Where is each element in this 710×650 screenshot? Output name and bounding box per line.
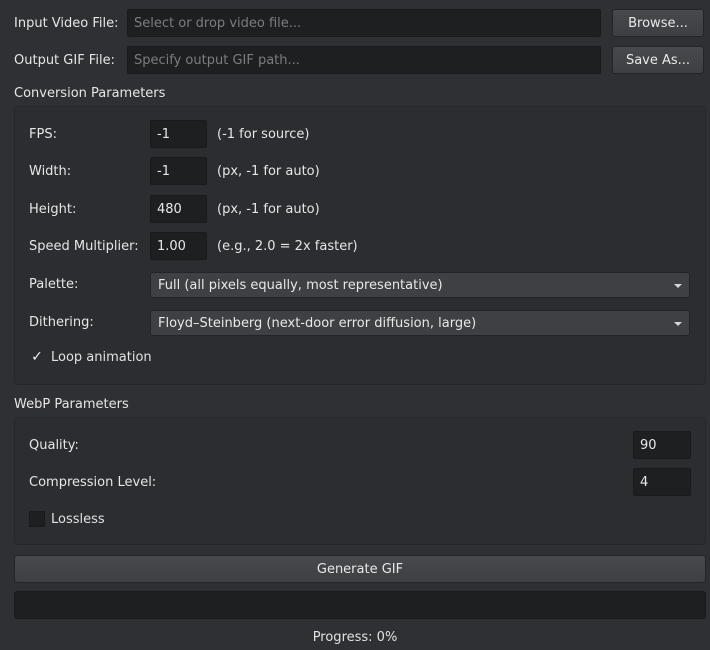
lossless-label: Lossless xyxy=(51,511,105,527)
fps-hint: (-1 for source) xyxy=(217,127,310,142)
input-video-field[interactable] xyxy=(127,9,601,37)
checkbox-empty-icon xyxy=(29,511,45,527)
loop-animation-label: Loop animation xyxy=(51,349,152,365)
webp-parameters-title: WebP Parameters xyxy=(14,397,129,412)
webp-parameters-group: Quality: Compression Level: Lossless xyxy=(14,417,706,545)
progress-text: Progress: 0% xyxy=(312,630,398,645)
compression-level-label: Compression Level: xyxy=(29,475,157,490)
conversion-parameters-title: Conversion Parameters xyxy=(14,86,166,101)
gif-converter-window: Input Video File: Browse... Output GIF F… xyxy=(0,0,710,650)
generate-gif-button[interactable]: Generate GIF xyxy=(14,555,706,583)
quality-input[interactable] xyxy=(633,431,691,459)
browse-button[interactable]: Browse... xyxy=(612,9,704,37)
width-input[interactable] xyxy=(150,157,207,185)
chevron-down-icon xyxy=(674,322,682,326)
dithering-label: Dithering: xyxy=(29,315,94,330)
speed-multiplier-hint: (e.g., 2.0 = 2x faster) xyxy=(217,239,358,254)
palette-dropdown[interactable]: Full (all pixels equally, most represent… xyxy=(150,272,690,298)
loop-animation-checkbox[interactable]: ✓ Loop animation xyxy=(29,349,152,365)
progress-bar xyxy=(14,591,706,619)
height-label: Height: xyxy=(29,202,77,217)
quality-label: Quality: xyxy=(29,438,79,453)
palette-label: Palette: xyxy=(29,277,79,292)
checkmark-icon: ✓ xyxy=(31,349,43,365)
output-gif-field[interactable] xyxy=(127,46,601,74)
palette-selected: Full (all pixels equally, most represent… xyxy=(158,277,443,293)
input-video-label: Input Video File: xyxy=(14,15,119,31)
width-label: Width: xyxy=(29,164,72,179)
output-gif-label: Output GIF File: xyxy=(14,52,115,68)
width-hint: (px, -1 for auto) xyxy=(217,164,320,179)
conversion-parameters-group: FPS: (-1 for source) Width: (px, -1 for … xyxy=(14,106,706,385)
dithering-selected: Floyd–Steinberg (next-door error diffusi… xyxy=(158,315,477,331)
fps-input[interactable] xyxy=(150,120,207,148)
lossless-checkbox[interactable]: Lossless xyxy=(29,511,105,527)
save-as-button[interactable]: Save As... xyxy=(612,46,704,74)
dithering-dropdown[interactable]: Floyd–Steinberg (next-door error diffusi… xyxy=(150,310,690,336)
chevron-down-icon xyxy=(674,284,682,288)
fps-label: FPS: xyxy=(29,127,57,142)
height-input[interactable] xyxy=(150,195,207,223)
speed-multiplier-input[interactable] xyxy=(150,232,207,260)
speed-multiplier-label: Speed Multiplier: xyxy=(29,239,139,254)
compression-level-input[interactable] xyxy=(633,468,691,496)
height-hint: (px, -1 for auto) xyxy=(217,202,320,217)
